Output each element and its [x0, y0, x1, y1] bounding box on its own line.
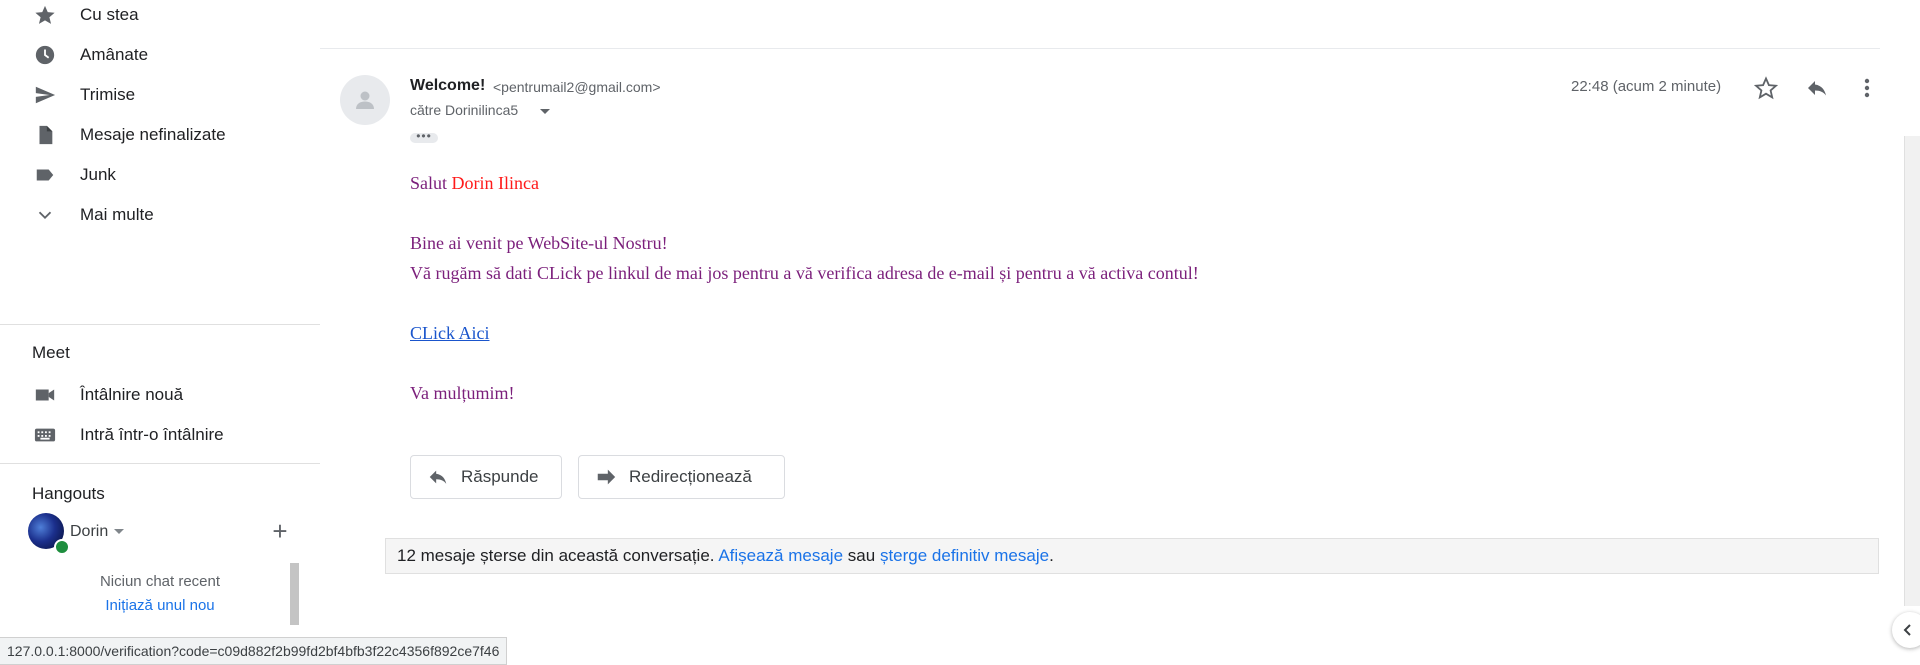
forward-icon — [593, 464, 619, 490]
sidebar-item-label: Intră într-o întâlnire — [80, 425, 224, 444]
delete-forever-link[interactable]: șterge definitiv mesaje — [880, 546, 1049, 565]
message-timestamp: 22:48 (acum 2 minute) — [1571, 78, 1722, 95]
verification-link[interactable]: CLick Aici — [410, 323, 490, 344]
sender-avatar[interactable] — [340, 75, 390, 125]
chevron-down-icon — [34, 204, 56, 226]
greeting-name: Dorin Ilinca — [451, 173, 539, 193]
sidebar-item-label: Amânate — [80, 45, 149, 64]
recent-chats-panel: Niciun chat recent Inițiază unul nou — [30, 563, 290, 623]
sidebar-item-label: Junk — [80, 165, 116, 184]
caret-down-icon — [114, 529, 124, 534]
chevron-left-icon — [1903, 624, 1911, 636]
no-recent-chat-text: Niciun chat recent — [99, 573, 221, 590]
show-trimmed-content-button[interactable]: ••• — [410, 130, 438, 143]
draft-icon — [34, 124, 56, 146]
keyboard-icon — [34, 424, 56, 446]
reply-button-label: Răspunde — [461, 467, 539, 486]
sidebar-divider — [0, 463, 320, 464]
recipient-details-caret-icon[interactable] — [540, 109, 550, 114]
instruction-line: Vă rugăm să dati CLick pe linkul de mai … — [410, 263, 1199, 283]
person-icon — [356, 91, 374, 109]
main-scrollbar[interactable] — [1904, 136, 1920, 606]
recipient-line: către Dorinilinca5 — [410, 102, 519, 118]
hangouts-section-title: Hangouts — [32, 484, 105, 503]
sidebar-item-label: Cu stea — [80, 5, 139, 24]
hangouts-user-name: Dorin — [70, 523, 109, 540]
message-top-divider — [320, 48, 1880, 49]
welcome-line: Bine ai venit pe WebSite-ul Nostru! — [410, 233, 668, 253]
sidebar-item-junk[interactable]: Junk — [0, 154, 320, 194]
sidebar-item-sent[interactable]: Trimise — [0, 74, 320, 114]
sidebar-item-join-meeting[interactable]: Intră într-o întâlnire — [0, 414, 320, 454]
or-text: sau — [847, 546, 876, 565]
deleted-count-text: 12 mesaje șterse din această conversație… — [397, 546, 715, 565]
sidebar-divider — [0, 324, 320, 325]
thanks-line: Va mulțumim! — [410, 383, 515, 403]
greeting-line: Salut Dorin Ilinca — [410, 173, 539, 194]
reply-button[interactable]: Răspunde — [410, 455, 562, 499]
sidebar-item-label: Mai multe — [80, 205, 154, 224]
sidebar-item-snoozed[interactable]: Amânate — [0, 34, 320, 74]
show-messages-link[interactable]: Afișează mesaje — [718, 546, 843, 565]
reply-icon — [425, 464, 451, 490]
browser-status-bar: 127.0.0.1:8000/verification?code=c09d882… — [0, 637, 508, 665]
label-icon — [34, 164, 56, 186]
reply-icon[interactable] — [1803, 74, 1831, 102]
more-options-icon[interactable] — [1853, 74, 1881, 102]
sidebar-item-new-meeting[interactable]: Întâlnire nouă — [0, 374, 320, 414]
start-chat-link[interactable]: Inițiază unul nou — [30, 597, 290, 614]
sidebar-item-label: Mesaje nefinalizate — [80, 125, 226, 144]
chat-scrollbar[interactable] — [290, 563, 299, 625]
star-message-icon[interactable] — [1752, 74, 1780, 102]
greeting-prefix: Salut — [410, 173, 452, 193]
sidebar-item-label: Trimise — [80, 85, 136, 104]
sidebar-item-drafts[interactable]: Mesaje nefinalizate — [0, 114, 320, 154]
side-panel-toggle[interactable] — [1892, 612, 1920, 648]
sender-email: <pentrumail2@gmail.com> — [493, 79, 661, 95]
sidebar-item-label: Întâlnire nouă — [80, 385, 184, 404]
forward-button[interactable]: Redirecționează — [578, 455, 785, 499]
clock-icon — [34, 44, 56, 66]
star-icon — [34, 4, 56, 26]
online-status-icon — [54, 539, 70, 555]
deleted-messages-notice: 12 mesaje șterse din această conversație… — [385, 538, 1879, 574]
sidebar-item-starred[interactable]: Cu stea — [0, 0, 320, 34]
sidebar-item-more[interactable]: Mai multe — [0, 194, 320, 234]
left-sidebar: Cu stea Amânate Trimise Mesaje nefinaliz… — [0, 0, 320, 665]
hangouts-user[interactable]: Dorin — [28, 513, 288, 555]
forward-button-label: Redirecționează — [629, 467, 752, 486]
video-icon — [34, 384, 56, 406]
send-icon — [34, 84, 56, 106]
period-text: . — [1049, 546, 1054, 565]
new-chat-plus-icon[interactable]: + — [268, 518, 292, 544]
sender-name: Welcome! — [410, 77, 486, 94]
meet-section-title: Meet — [32, 343, 70, 362]
